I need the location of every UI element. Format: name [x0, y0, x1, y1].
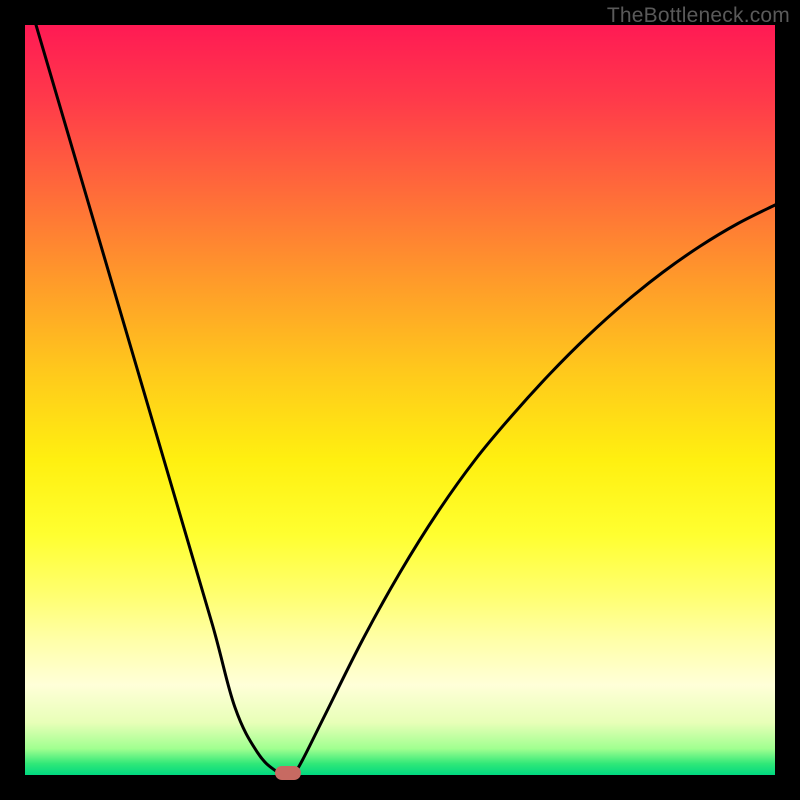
chart-container: TheBottleneck.com: [0, 0, 800, 800]
plot-area: [25, 25, 775, 775]
optimal-marker: [275, 766, 301, 780]
watermark-text: TheBottleneck.com: [607, 4, 790, 28]
